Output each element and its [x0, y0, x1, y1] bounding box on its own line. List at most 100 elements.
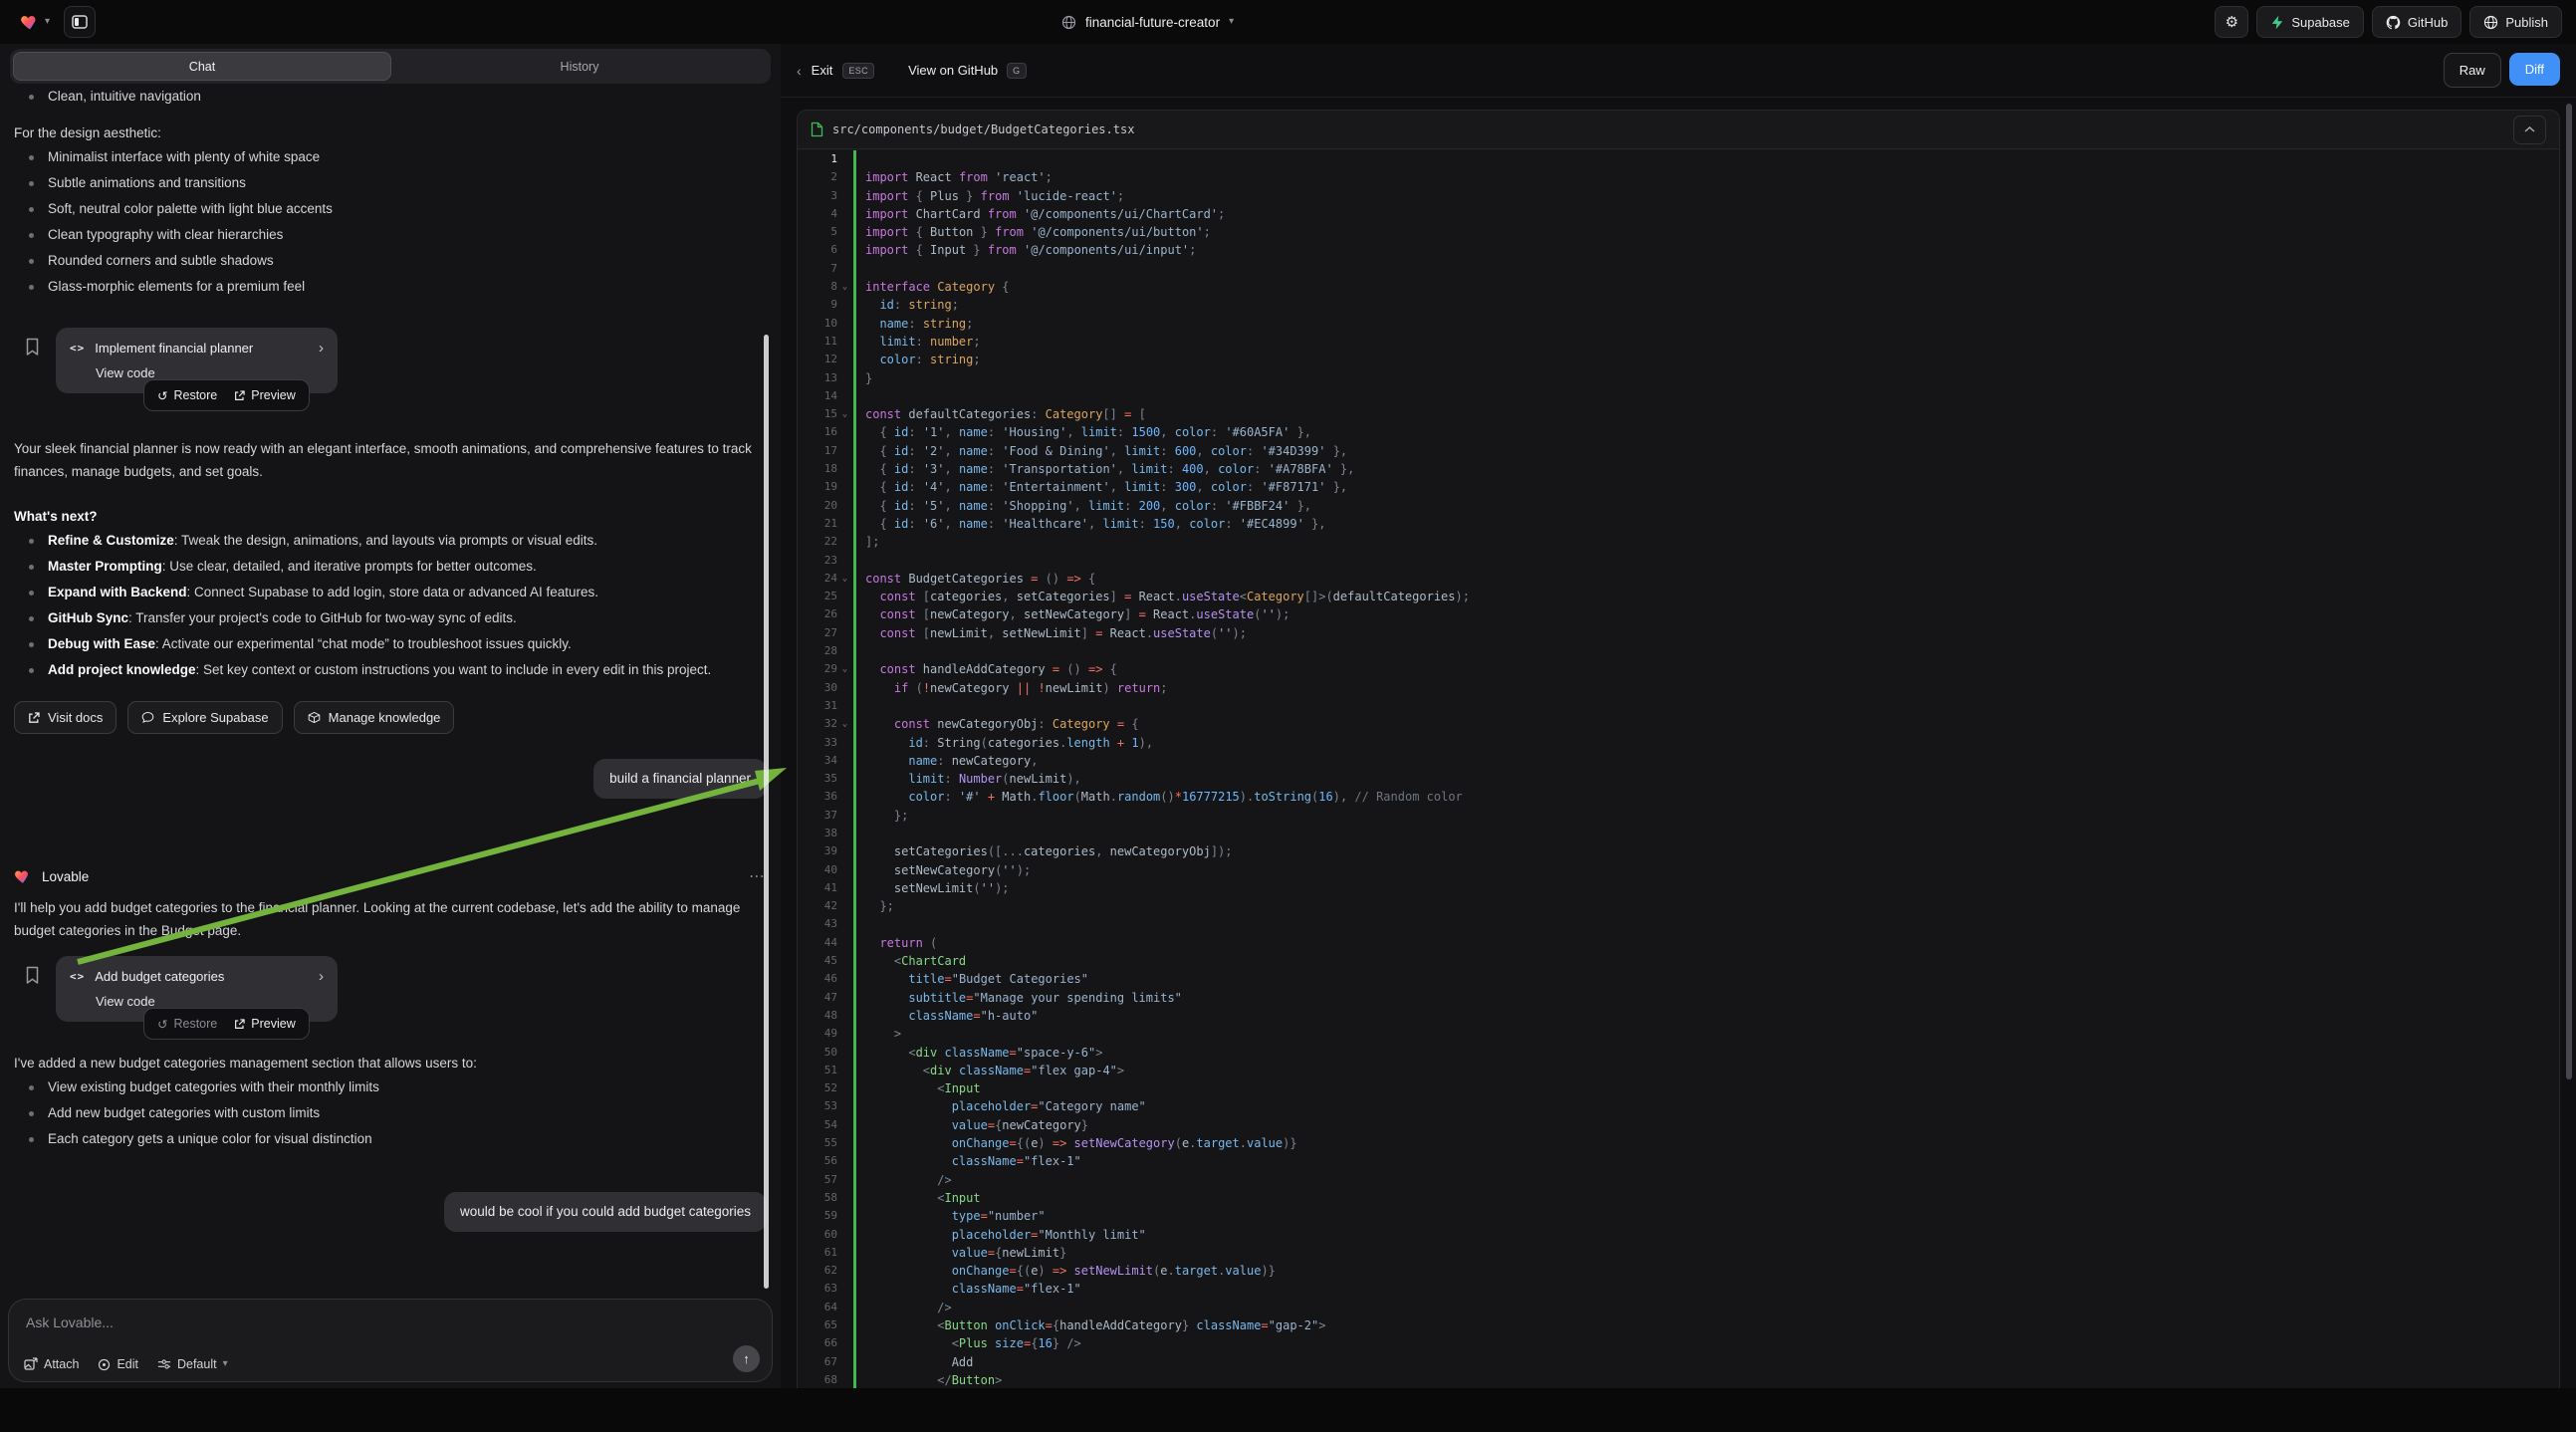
code-line: 50 <div className="space-y-6"> [798, 1044, 2559, 1062]
raw-toggle-button[interactable]: Raw [2444, 53, 2501, 88]
mode-selector[interactable]: Default ▾ [157, 1357, 228, 1371]
code-editor: 12import React from 'react';3import { Pl… [798, 150, 2559, 1388]
bullet-item: Clean typography with clear hierarchies [14, 222, 767, 248]
explore-supabase-button[interactable]: Explore Supabase [127, 701, 282, 734]
preview-button[interactable]: Preview [234, 388, 295, 402]
code-line: 36 color: '#' + Math.floor(Math.random()… [798, 788, 2559, 806]
code-line: 38 [798, 825, 2559, 842]
external-link-icon [234, 390, 245, 401]
view-code-link[interactable]: View code [96, 365, 155, 380]
code-line: 59 type="number" [798, 1207, 2559, 1225]
chat-scrollbar-thumb[interactable] [764, 335, 769, 1289]
publish-button[interactable]: Publish [2469, 6, 2562, 38]
lovable-heart-icon [20, 12, 40, 32]
preview-button[interactable]: Preview [234, 1017, 295, 1031]
bookmark-icon[interactable] [25, 338, 40, 357]
gear-icon: ⚙ [2225, 13, 2238, 31]
esc-key-badge: ESC [842, 63, 874, 79]
toggle-sidebar-button[interactable] [64, 6, 96, 38]
code-line: 28 [798, 642, 2559, 660]
restore-button[interactable]: ↺ Restore [157, 388, 217, 403]
code-scrollbar-thumb[interactable] [2566, 104, 2572, 1079]
user-message-bubble: build a financial planner [593, 759, 767, 799]
file-path-bar: src/components/budget/BudgetCategories.t… [798, 111, 2559, 149]
version-card-2-wrap: <> Add budget categories › View code ↺ R… [14, 956, 767, 1022]
whats-next-list: Refine & Customize: Tweak the design, an… [14, 528, 767, 683]
collapse-file-button[interactable] [2513, 116, 2546, 144]
code-line: 34 name: newCategory, [798, 752, 2559, 770]
chevron-left-icon: ‹ [797, 63, 802, 79]
composer-placeholder: Ask Lovable... [26, 1314, 114, 1330]
code-line: 60 placeholder="Monthly limit" [798, 1226, 2559, 1244]
file-added-icon [811, 121, 823, 137]
bookmark-icon[interactable] [25, 966, 40, 985]
code-line: 9 id: string; [798, 296, 2559, 314]
whats-next-item: Refine & Customize: Tweak the design, an… [14, 528, 767, 554]
code-line: 52 <Input [798, 1079, 2559, 1097]
code-line: 45 <ChartCard [798, 952, 2559, 970]
send-button[interactable]: ↑ [733, 1345, 760, 1372]
github-button[interactable]: GitHub [2372, 6, 2461, 38]
code-line: 21 { id: '6', name: 'Healthcare', limit:… [798, 515, 2559, 533]
package-icon [308, 711, 321, 724]
code-line: 66 <Plus size={16} /> [798, 1334, 2559, 1352]
code-line: 2import React from 'react'; [798, 168, 2559, 186]
code-line: 31 [798, 697, 2559, 715]
lovable-logo-menu[interactable]: ▾ [20, 12, 50, 32]
code-line: 19 { id: '4', name: 'Entertainment', lim… [798, 478, 2559, 496]
whats-next-item: Add project knowledge: Set key context o… [14, 657, 767, 683]
code-line: 23 [798, 552, 2559, 570]
code-line: 16 { id: '1', name: 'Housing', limit: 15… [798, 423, 2559, 441]
code-line: 55 onChange={(e) => setNewCategory(e.tar… [798, 1134, 2559, 1152]
added-bullet-list: View existing budget categories with the… [14, 1074, 767, 1152]
view-on-github-button[interactable]: View on GitHub [908, 63, 998, 78]
settings-button[interactable]: ⚙ [2215, 6, 2248, 38]
project-name: financial-future-creator [1085, 15, 1220, 30]
attach-image-icon [24, 1357, 38, 1371]
diff-toggle-button[interactable]: Diff [2509, 53, 2560, 86]
bullet-item: Each category gets a unique color for vi… [14, 1126, 767, 1152]
code-line: 51 <div className="flex gap-4"> [798, 1062, 2559, 1079]
external-link-icon [28, 712, 40, 724]
added-paragraph: I've added a new budget categories manag… [14, 1052, 767, 1074]
visit-docs-button[interactable]: Visit docs [14, 701, 117, 734]
composer-input[interactable]: Ask Lovable... Attach Edit [8, 1299, 773, 1382]
code-line: 1 [798, 150, 2559, 168]
bullet-item: Soft, neutral color palette with light b… [14, 196, 767, 222]
exit-button[interactable]: Exit [812, 63, 833, 78]
code-line: 64 /> [798, 1299, 2559, 1316]
chat-tabbar: Chat History [10, 49, 771, 84]
code-line: 24⌄const BudgetCategories = () => { [798, 570, 2559, 588]
code-line: 11 limit: number; [798, 333, 2559, 351]
ready-paragraph: Your sleek financial planner is now read… [14, 437, 767, 483]
tab-chat[interactable]: Chat [13, 52, 391, 81]
scrollback-list: Clean, intuitive navigation [14, 84, 767, 110]
quick-actions-row: Visit docs Explore Supabase Manage knowl… [14, 701, 767, 734]
code-line: 65 <Button onClick={handleAddCategory} c… [798, 1316, 2559, 1334]
project-switcher[interactable]: financial-future-creator ▾ [1061, 0, 1234, 44]
code-line: 26 const [newCategory, setNewCategory] =… [798, 605, 2559, 623]
whats-next-item: Debug with Ease: Activate our experiment… [14, 631, 767, 657]
chevron-down-icon: ▾ [223, 1359, 228, 1369]
chevron-right-icon: › [319, 340, 324, 357]
supabase-button[interactable]: Supabase [2256, 6, 2364, 38]
view-code-link[interactable]: View code [96, 994, 155, 1009]
tab-history[interactable]: History [391, 52, 768, 81]
code-line: 32⌄ const newCategoryObj: Category = { [798, 715, 2559, 733]
attach-button[interactable]: Attach [24, 1357, 79, 1371]
whats-next-heading: What's next? [14, 505, 767, 528]
chevron-down-icon: ▾ [1229, 17, 1234, 27]
code-line: 43 [798, 915, 2559, 933]
manage-knowledge-button[interactable]: Manage knowledge [294, 701, 455, 734]
code-line: 41 setNewLimit(''); [798, 879, 2559, 897]
supabase-icon [2270, 15, 2284, 30]
code-icon: <> [70, 342, 85, 355]
code-icon: <> [70, 970, 85, 983]
code-panel: ‹ Exit ESC View on GitHub G Raw Diff src… [781, 44, 2576, 1388]
bullet-item: Add new budget categories with custom li… [14, 1100, 767, 1126]
bullet-item: Subtle animations and transitions [14, 170, 767, 196]
edit-button[interactable]: Edit [98, 1357, 138, 1371]
user-message-bubble: would be cool if you could add budget ca… [444, 1192, 767, 1232]
design-heading: For the design aesthetic: [14, 121, 767, 144]
restore-button[interactable]: ↺ Restore [157, 1017, 217, 1032]
